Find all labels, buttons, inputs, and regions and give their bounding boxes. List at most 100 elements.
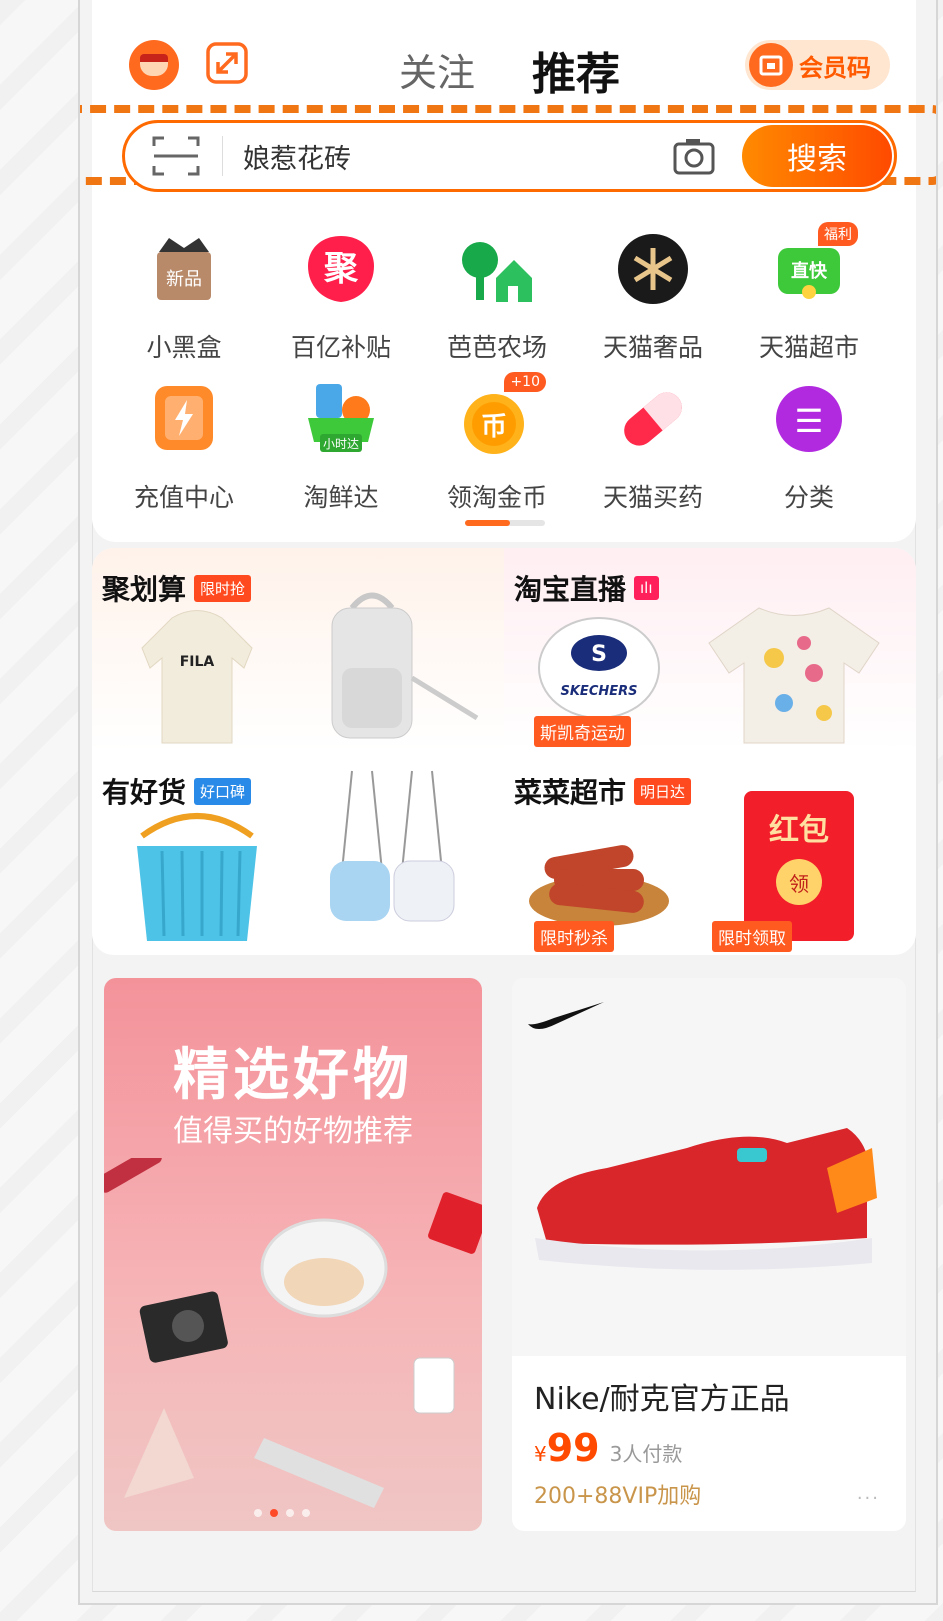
scan-icon[interactable] (150, 132, 202, 180)
expand-icon[interactable] (204, 40, 250, 86)
shortcut-black-box[interactable]: 新品 小黑盒 (109, 230, 259, 364)
shortcut-label: 小黑盒 (146, 333, 222, 362)
pill-icon (614, 380, 692, 458)
member-code-button[interactable]: 会员码 (745, 40, 890, 90)
shortcut-coin[interactable]: 币 +10 领淘金币 (422, 372, 572, 514)
top-area: 关注 推荐 会员码 娘惹花砖 搜索 新品 小黑盒 聚 百亿补贴 芭芭农场 天猫奢… (80, 0, 936, 542)
shortcut-label: 领淘金币 (446, 483, 547, 512)
shortcut-supermarket[interactable]: 直快 福利 天猫超市 (734, 222, 884, 364)
curated-subtitle: 值得买的好物推荐 (173, 1114, 413, 1149)
flash-sale-tag: 限时秒杀 (534, 921, 614, 952)
shortcut-label: 天猫超市 (758, 333, 859, 362)
more-icon[interactable]: ··· (857, 1488, 880, 1509)
member-code-label: 会员码 (799, 53, 871, 82)
promo-juhuasuan[interactable]: 聚划算 限时抢 FILA (92, 548, 504, 751)
product-name: Nike/耐克官方正品 (534, 1382, 790, 1417)
shoe-image (535, 1128, 877, 1270)
tab-recommend[interactable]: 推荐 (532, 38, 620, 102)
red-packet-title: 红包 (769, 813, 829, 848)
promo-tag: 限时抢 (194, 574, 252, 602)
claim-coin: 领 (776, 859, 822, 905)
skechers-logo: S SKECHERS (538, 617, 660, 719)
shortcut-label: 天猫奢品 (602, 333, 703, 362)
price-row: ¥ 99 3人付款 (534, 1426, 682, 1470)
promo-live[interactable]: 淘宝直播 ılı S SKECHERS 斯凯奇运动 (504, 548, 916, 751)
hoodie-image: FILA (141, 610, 253, 744)
black-box-art: 新品 (166, 269, 202, 290)
red-packet[interactable]: 红包 领 (744, 791, 854, 941)
promo-grid: 聚划算 限时抢 FILA 淘宝直播 ılı S SKECHERS 斯凯奇运动 有… (92, 548, 916, 955)
shortcut-recharge[interactable]: 充值中心 (109, 380, 259, 514)
bucket-image (137, 813, 257, 941)
coin-badge: +10 (504, 372, 546, 392)
coin-art: 币 (481, 412, 507, 442)
sausages-image (529, 845, 669, 926)
member-code-icon (749, 43, 793, 87)
vip-info: 200+88VIP加购 (534, 1484, 702, 1509)
black-box-icon: 新品 (145, 230, 223, 308)
search-divider (222, 136, 223, 176)
svg-text:S: S (591, 642, 607, 667)
kids-shirt-image (708, 607, 880, 744)
promo-tag: 明日达 (634, 777, 692, 805)
welfare-badge: 福利 (818, 222, 858, 246)
beauty-products-image (104, 1158, 482, 1508)
shortcut-farm[interactable]: 芭芭农场 (422, 230, 572, 364)
promo-title: 有好货 (102, 776, 187, 809)
claim-tag: 限时领取 (712, 921, 792, 952)
crossbody-bags-image (330, 770, 455, 922)
fresh-icon: 小时达 (302, 380, 380, 458)
luxury-icon (614, 230, 692, 308)
avatar[interactable] (129, 40, 179, 90)
shortcut-label: 淘鲜达 (303, 483, 379, 512)
carousel-dots (254, 1509, 310, 1517)
feed-card-nike[interactable]: Nike/耐克官方正品 ¥ 99 3人付款 200+88VIP加购 ··· (512, 978, 906, 1531)
shortcut-subsidy[interactable]: 聚 百亿补贴 (266, 230, 416, 364)
page-indicator (465, 520, 545, 526)
subsidy-icon: 聚 (302, 230, 380, 308)
shortcut-label: 充值中心 (133, 483, 234, 512)
promo-haohuo[interactable]: 有好货 好口碑 (92, 751, 504, 954)
promo-cainiao[interactable]: 菜菜超市 明日达 限时秒杀 红包 领 限时领取 (504, 751, 916, 954)
backpack-image (331, 592, 479, 739)
promo-tag: 好口碑 (194, 777, 252, 805)
price-symbol: ¥ (534, 1442, 547, 1466)
shortcut-category[interactable]: ☰ 分类 (734, 380, 884, 514)
recharge-icon (145, 380, 223, 458)
search-button[interactable]: 搜索 (742, 125, 892, 187)
promo-title: 聚划算 (102, 573, 187, 606)
farm-icon (458, 230, 536, 308)
feed-card-curated[interactable]: 精选好物 值得买的好物推荐 (104, 978, 482, 1531)
product-image (512, 978, 906, 1356)
shortcut-fresh[interactable]: 小时达 淘鲜达 (266, 380, 416, 514)
tab-follow[interactable]: 关注 (399, 42, 475, 97)
live-sub-tag: 斯凯奇运动 (534, 716, 631, 747)
coin-icon: 币 +10 (458, 372, 546, 458)
skechers-logo-text: SKECHERS (561, 684, 638, 699)
supermarket-art: 直快 (791, 260, 828, 282)
shortcut-label: 分类 (783, 483, 834, 512)
promo-title: 淘宝直播 (514, 573, 627, 606)
camera-icon[interactable] (672, 136, 716, 176)
supermarket-icon: 直快 福利 (770, 222, 858, 308)
live-icon: ılı (634, 576, 659, 600)
nike-logo (528, 1002, 604, 1029)
price-value: 99 (546, 1426, 600, 1470)
paid-count: 3人付款 (609, 1442, 683, 1466)
shortcut-label: 天猫买药 (602, 483, 703, 512)
topbar: 关注 推荐 会员码 (92, 0, 916, 110)
promo-title: 菜菜超市 (514, 776, 627, 809)
search-input[interactable]: 娘惹花砖 (243, 137, 672, 176)
shortcut-pharmacy[interactable]: 天猫买药 (578, 380, 728, 514)
shortcut-label: 百亿补贴 (290, 333, 391, 362)
subsidy-art: 聚 (323, 249, 359, 289)
fresh-art: 小时达 (323, 437, 359, 451)
search-bar[interactable]: 娘惹花砖 搜索 (122, 120, 897, 192)
fila-logo: FILA (180, 654, 215, 670)
category-art: ☰ (795, 402, 824, 440)
shortcut-label: 芭芭农场 (446, 333, 547, 362)
shortcut-luxury[interactable]: 天猫奢品 (578, 230, 728, 364)
phone-screen: 关注 推荐 会员码 娘惹花砖 搜索 新品 小黑盒 聚 百亿补贴 芭芭农场 天猫奢… (78, 0, 938, 1605)
category-icon: ☰ (770, 380, 848, 458)
curated-title: 精选好物 (173, 1043, 413, 1108)
